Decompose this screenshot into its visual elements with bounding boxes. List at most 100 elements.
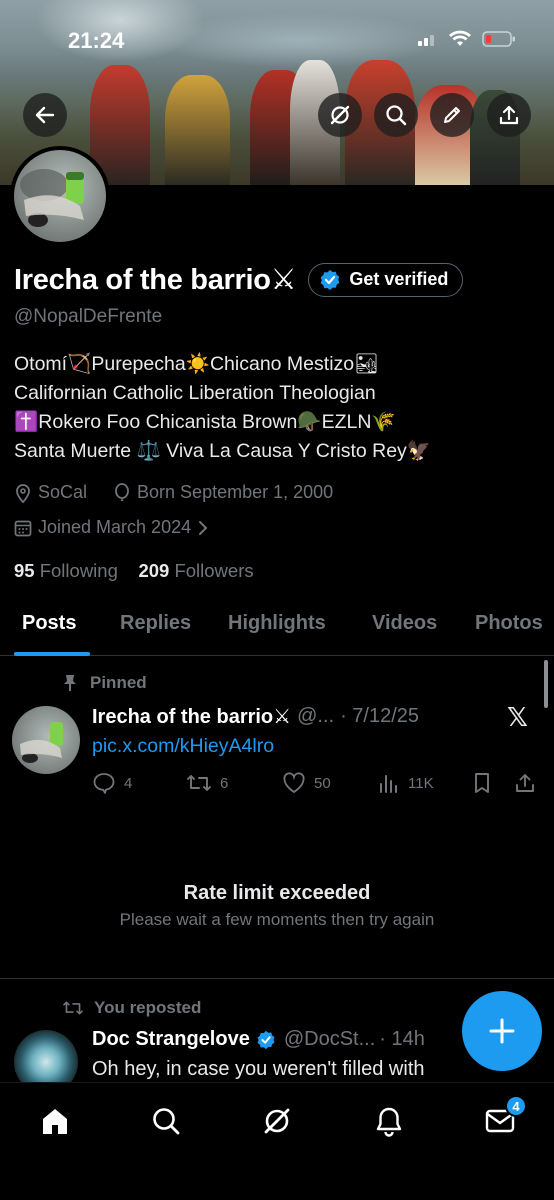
pencil-icon — [444, 107, 460, 123]
compose-post-button[interactable] — [462, 991, 542, 1071]
profile-meta-row: SoCal Born September 1, 2000 — [14, 482, 333, 503]
like-count: 50 — [314, 774, 331, 792]
verified-badge-icon — [321, 269, 340, 290]
follow-counts: 95 Following 209 Followers — [14, 560, 254, 582]
battery-low-icon — [482, 31, 515, 47]
heart-icon — [283, 772, 305, 794]
share-icon — [499, 105, 519, 125]
pinned-indicator: Pinned — [62, 673, 147, 693]
profile-bio: Otomí🏹Purepecha☀️Chicano Mestizo🏜 Califo… — [14, 350, 544, 466]
views-button[interactable]: 11K — [378, 772, 434, 794]
x-logo-icon[interactable]: 𝕏 — [507, 702, 528, 733]
following-label: Following — [39, 560, 118, 581]
bottom-navigation — [0, 1082, 554, 1200]
avatar-image — [20, 722, 63, 763]
reply-icon — [93, 773, 115, 794]
like-button[interactable]: 50 — [282, 772, 331, 794]
post-author-name[interactable]: Doc Strangelove — [92, 1028, 250, 1051]
rate-limit-subtitle: Please wait a few moments then try again — [119, 910, 435, 929]
post-author-handle[interactable]: @DocSt... — [284, 1028, 375, 1051]
get-verified-button[interactable]: Get verified — [308, 262, 464, 297]
profile-display-name: Irecha of the barrio⚔ — [14, 264, 297, 296]
grok-icon — [264, 1108, 290, 1134]
post-media-link[interactable]: pic.x.com/kHieyA4lro — [92, 735, 274, 758]
signal-icon — [418, 35, 434, 46]
nav-search[interactable] — [148, 1103, 184, 1139]
followers-count: 209 — [138, 560, 170, 581]
following-count: 95 — [14, 560, 35, 581]
bookmark-icon — [475, 773, 489, 793]
profile-location: SoCal — [38, 482, 88, 502]
avatar-image — [20, 169, 84, 227]
views-count: 11K — [408, 774, 434, 792]
bio-line: Otomí🏹Purepecha☀️Chicano Mestizo🏜 — [14, 353, 379, 375]
bio-line: Californian Catholic Liberation Theologi… — [14, 382, 376, 404]
calendar-icon — [14, 520, 32, 536]
status-bar: 21:24 — [0, 0, 554, 80]
post-text[interactable]: Oh hey, in case you weren't filled with — [92, 1058, 425, 1081]
get-verified-label: Get verified — [349, 269, 449, 289]
reply-button[interactable]: 4 — [92, 772, 132, 794]
tab-photos[interactable]: Photos — [475, 612, 543, 635]
repost-indicator: You reposted — [62, 998, 201, 1018]
pin-icon — [64, 675, 76, 691]
rate-limit-title: Rate limit exceeded — [183, 882, 371, 904]
reply-count: 4 — [124, 774, 133, 792]
share-icon — [516, 774, 534, 792]
post-time[interactable]: · 14h — [379, 1028, 425, 1051]
followers-link[interactable]: 209 Followers — [138, 560, 253, 581]
tab-videos[interactable]: Videos — [372, 612, 437, 635]
bio-line: Santa Muerte ⚖️ Viva La Causa Y Cristo R… — [14, 440, 432, 462]
search-icon — [386, 105, 407, 126]
followers-label: Followers — [174, 560, 254, 581]
home-icon — [43, 1109, 67, 1134]
tab-replies[interactable]: Replies — [120, 612, 191, 635]
edit-profile-button[interactable] — [430, 93, 474, 137]
nav-home[interactable] — [37, 1103, 73, 1139]
profile-handle: @NopalDeFrente — [14, 306, 163, 327]
post-author-handle[interactable]: @... — [297, 705, 334, 728]
repost-button[interactable]: 6 — [186, 772, 228, 794]
share-button[interactable] — [487, 93, 531, 137]
bookmark-button[interactable] — [472, 772, 492, 794]
chevron-right-icon — [199, 520, 208, 535]
bio-line: ✝️Rokero Foo Chicanista Brown🪖EZLN🌾 — [14, 411, 396, 433]
post-header: Doc Strangelove @DocSt... · 14h — [92, 1028, 425, 1051]
plus-icon — [489, 1018, 515, 1044]
repost-count: 6 — [220, 774, 229, 792]
following-link[interactable]: 95 Following — [14, 560, 118, 581]
tab-posts[interactable]: Posts — [22, 612, 76, 635]
active-tab-indicator — [14, 652, 90, 656]
balloon-icon — [115, 482, 129, 501]
tab-highlights[interactable]: Highlights — [228, 612, 326, 635]
nav-grok[interactable] — [259, 1103, 295, 1139]
profile-joined-row[interactable]: Joined March 2024 — [14, 517, 209, 538]
post-share-button[interactable] — [514, 772, 536, 794]
repost-label: You reposted — [94, 998, 202, 1017]
profile-birthday: Born September 1, 2000 — [137, 482, 334, 502]
bell-icon — [376, 1107, 402, 1137]
post-date[interactable]: · 7/12/25 — [340, 705, 419, 728]
back-button[interactable] — [23, 93, 67, 137]
nav-notifications[interactable] — [371, 1103, 407, 1139]
views-chart-icon — [380, 775, 397, 793]
verified-badge-icon — [257, 1030, 275, 1049]
search-icon — [153, 1108, 180, 1135]
grok-icon — [330, 105, 350, 125]
messages-badge: 4 — [505, 1095, 527, 1117]
status-time: 21:24 — [68, 28, 125, 53]
search-button[interactable] — [374, 93, 418, 137]
location-pin-icon — [16, 483, 30, 503]
grok-button[interactable] — [318, 93, 362, 137]
post-actions: 4 6 50 11K — [92, 772, 542, 796]
pinned-label: Pinned — [90, 673, 147, 692]
post-header: Irecha of the barrio⚔ @... · 7/12/25 — [92, 704, 419, 729]
post-author-avatar[interactable] — [12, 706, 80, 774]
repost-icon — [63, 1001, 83, 1015]
repost-icon — [187, 775, 211, 791]
profile-joined-date: Joined March 2024 — [38, 517, 192, 537]
scrollbar[interactable] — [544, 660, 548, 708]
post-author-name[interactable]: Irecha of the barrio⚔ — [92, 704, 291, 729]
profile-avatar[interactable] — [10, 146, 110, 246]
arrow-left-icon — [35, 106, 55, 124]
